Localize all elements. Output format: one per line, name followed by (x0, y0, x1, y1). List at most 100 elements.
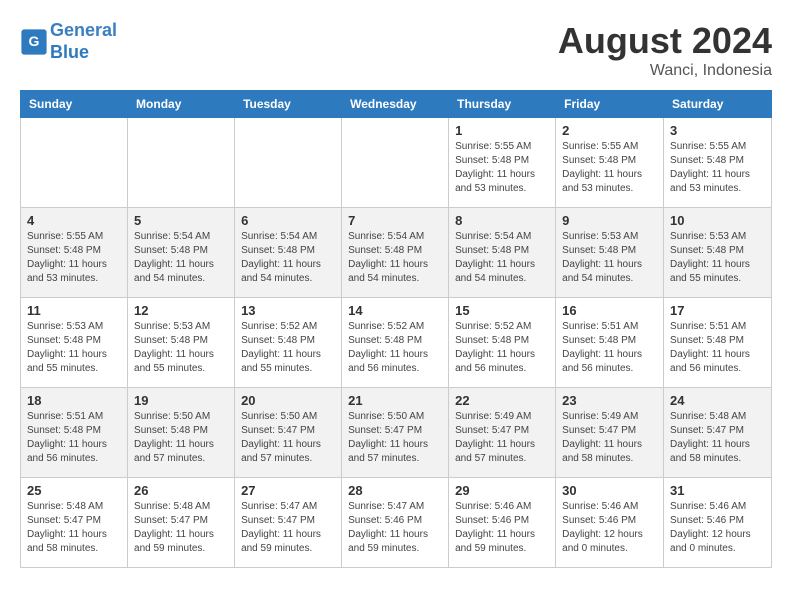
calendar-table: SundayMondayTuesdayWednesdayThursdayFrid… (20, 90, 772, 568)
day-number: 19 (134, 393, 228, 408)
day-number: 22 (455, 393, 549, 408)
day-number: 10 (670, 213, 765, 228)
column-header-sunday: Sunday (21, 91, 128, 118)
day-info: Sunrise: 5:55 AM Sunset: 5:48 PM Dayligh… (670, 140, 765, 196)
calendar-cell: 19 Sunrise: 5:50 AM Sunset: 5:48 PM Dayli… (128, 388, 235, 478)
calendar-week-row: 18 Sunrise: 5:51 AM Sunset: 5:48 PM Dayli… (21, 388, 772, 478)
day-number: 4 (27, 213, 121, 228)
calendar-cell: 13 Sunrise: 5:52 AM Sunset: 5:48 PM Dayli… (235, 298, 342, 388)
day-info: Sunrise: 5:53 AM Sunset: 5:48 PM Dayligh… (562, 230, 657, 286)
calendar-cell: 18 Sunrise: 5:51 AM Sunset: 5:48 PM Dayli… (21, 388, 128, 478)
logo: G General Blue (20, 20, 117, 63)
day-info: Sunrise: 5:55 AM Sunset: 5:48 PM Dayligh… (562, 140, 657, 196)
column-header-thursday: Thursday (449, 91, 556, 118)
day-info: Sunrise: 5:46 AM Sunset: 5:46 PM Dayligh… (562, 500, 657, 556)
day-info: Sunrise: 5:50 AM Sunset: 5:47 PM Dayligh… (241, 410, 335, 466)
calendar-cell: 26 Sunrise: 5:48 AM Sunset: 5:47 PM Dayli… (128, 478, 235, 568)
page-header: G General Blue August 2024 Wanci, Indone… (20, 20, 772, 80)
day-number: 7 (348, 213, 442, 228)
day-info: Sunrise: 5:55 AM Sunset: 5:48 PM Dayligh… (455, 140, 549, 196)
day-number: 11 (27, 303, 121, 318)
day-number: 13 (241, 303, 335, 318)
day-number: 5 (134, 213, 228, 228)
calendar-cell (21, 118, 128, 208)
calendar-cell: 10Sunrise: 5:53 AM Sunset: 5:48 PM Dayli… (664, 208, 772, 298)
calendar-cell: 23 Sunrise: 5:49 AM Sunset: 5:47 PM Dayli… (556, 388, 664, 478)
calendar-cell: 8 Sunrise: 5:54 AM Sunset: 5:48 PM Daylig… (449, 208, 556, 298)
day-info: Sunrise: 5:50 AM Sunset: 5:47 PM Dayligh… (348, 410, 442, 466)
day-number: 17 (670, 303, 765, 318)
calendar-cell: 30 Sunrise: 5:46 AM Sunset: 5:46 PM Dayli… (556, 478, 664, 568)
day-number: 18 (27, 393, 121, 408)
day-info: Sunrise: 5:52 AM Sunset: 5:48 PM Dayligh… (348, 320, 442, 376)
svg-text:G: G (29, 33, 40, 49)
day-info: Sunrise: 5:54 AM Sunset: 5:48 PM Dayligh… (241, 230, 335, 286)
location-subtitle: Wanci, Indonesia (558, 62, 772, 80)
calendar-week-row: 4 Sunrise: 5:55 AM Sunset: 5:48 PM Daylig… (21, 208, 772, 298)
logo-text: General Blue (50, 20, 117, 63)
calendar-cell: 1 Sunrise: 5:55 AM Sunset: 5:48 PM Daylig… (449, 118, 556, 208)
day-number: 21 (348, 393, 442, 408)
day-info: Sunrise: 5:47 AM Sunset: 5:47 PM Dayligh… (241, 500, 335, 556)
day-info: Sunrise: 5:46 AM Sunset: 5:46 PM Dayligh… (455, 500, 549, 556)
day-number: 14 (348, 303, 442, 318)
day-number: 25 (27, 483, 121, 498)
calendar-cell: 29 Sunrise: 5:46 AM Sunset: 5:46 PM Dayli… (449, 478, 556, 568)
day-number: 30 (562, 483, 657, 498)
month-year-title: August 2024 (558, 20, 772, 62)
calendar-cell: 25 Sunrise: 5:48 AM Sunset: 5:47 PM Dayli… (21, 478, 128, 568)
day-number: 26 (134, 483, 228, 498)
calendar-cell: 22Sunrise: 5:49 AM Sunset: 5:47 PM Dayli… (449, 388, 556, 478)
calendar-cell: 21 Sunrise: 5:50 AM Sunset: 5:47 PM Dayli… (342, 388, 449, 478)
day-info: Sunrise: 5:52 AM Sunset: 5:48 PM Dayligh… (455, 320, 549, 376)
day-info: Sunrise: 5:48 AM Sunset: 5:47 PM Dayligh… (670, 410, 765, 466)
calendar-cell: 4 Sunrise: 5:55 AM Sunset: 5:48 PM Daylig… (21, 208, 128, 298)
day-number: 6 (241, 213, 335, 228)
day-info: Sunrise: 5:54 AM Sunset: 5:48 PM Dayligh… (348, 230, 442, 286)
day-number: 24 (670, 393, 765, 408)
calendar-week-row: 1 Sunrise: 5:55 AM Sunset: 5:48 PM Daylig… (21, 118, 772, 208)
calendar-cell: 24 Sunrise: 5:48 AM Sunset: 5:47 PM Dayli… (664, 388, 772, 478)
day-number: 1 (455, 123, 549, 138)
day-info: Sunrise: 5:51 AM Sunset: 5:48 PM Dayligh… (562, 320, 657, 376)
day-number: 28 (348, 483, 442, 498)
day-number: 20 (241, 393, 335, 408)
calendar-cell (235, 118, 342, 208)
day-info: Sunrise: 5:47 AM Sunset: 5:46 PM Dayligh… (348, 500, 442, 556)
calendar-cell: 6 Sunrise: 5:54 AM Sunset: 5:48 PM Daylig… (235, 208, 342, 298)
day-info: Sunrise: 5:55 AM Sunset: 5:48 PM Dayligh… (27, 230, 121, 286)
column-header-saturday: Saturday (664, 91, 772, 118)
calendar-cell (342, 118, 449, 208)
day-info: Sunrise: 5:48 AM Sunset: 5:47 PM Dayligh… (27, 500, 121, 556)
day-number: 23 (562, 393, 657, 408)
calendar-cell: 31Sunrise: 5:46 AM Sunset: 5:46 PM Dayli… (664, 478, 772, 568)
day-number: 2 (562, 123, 657, 138)
day-number: 29 (455, 483, 549, 498)
day-number: 31 (670, 483, 765, 498)
day-number: 3 (670, 123, 765, 138)
calendar-cell: 7 Sunrise: 5:54 AM Sunset: 5:48 PM Daylig… (342, 208, 449, 298)
calendar-cell: 2 Sunrise: 5:55 AM Sunset: 5:48 PM Daylig… (556, 118, 664, 208)
day-info: Sunrise: 5:52 AM Sunset: 5:48 PM Dayligh… (241, 320, 335, 376)
day-info: Sunrise: 5:54 AM Sunset: 5:48 PM Dayligh… (455, 230, 549, 286)
day-info: Sunrise: 5:53 AM Sunset: 5:48 PM Dayligh… (27, 320, 121, 376)
calendar-cell: 15 Sunrise: 5:52 AM Sunset: 5:48 PM Dayli… (449, 298, 556, 388)
calendar-cell: 16 Sunrise: 5:51 AM Sunset: 5:48 PM Dayli… (556, 298, 664, 388)
day-number: 8 (455, 213, 549, 228)
day-info: Sunrise: 5:50 AM Sunset: 5:48 PM Dayligh… (134, 410, 228, 466)
title-block: August 2024 Wanci, Indonesia (558, 20, 772, 80)
calendar-cell: 20 Sunrise: 5:50 AM Sunset: 5:47 PM Dayli… (235, 388, 342, 478)
calendar-cell (128, 118, 235, 208)
column-header-wednesday: Wednesday (342, 91, 449, 118)
day-number: 15 (455, 303, 549, 318)
day-info: Sunrise: 5:51 AM Sunset: 5:48 PM Dayligh… (27, 410, 121, 466)
calendar-cell: 14 Sunrise: 5:52 AM Sunset: 5:48 PM Dayli… (342, 298, 449, 388)
calendar-cell: 28 Sunrise: 5:47 AM Sunset: 5:46 PM Dayli… (342, 478, 449, 568)
calendar-cell: 5 Sunrise: 5:54 AM Sunset: 5:48 PM Daylig… (128, 208, 235, 298)
calendar-cell: 17Sunrise: 5:51 AM Sunset: 5:48 PM Dayli… (664, 298, 772, 388)
day-info: Sunrise: 5:54 AM Sunset: 5:48 PM Dayligh… (134, 230, 228, 286)
day-info: Sunrise: 5:49 AM Sunset: 5:47 PM Dayligh… (562, 410, 657, 466)
day-info: Sunrise: 5:48 AM Sunset: 5:47 PM Dayligh… (134, 500, 228, 556)
day-number: 16 (562, 303, 657, 318)
day-number: 12 (134, 303, 228, 318)
